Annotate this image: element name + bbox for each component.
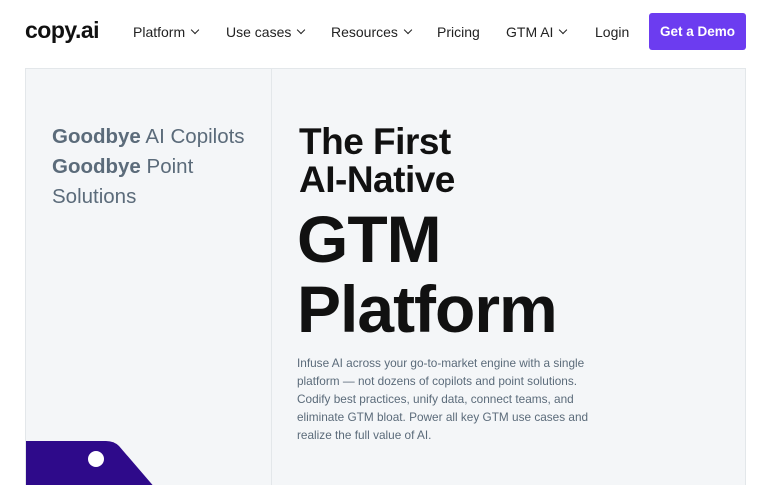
copy-ai-logo[interactable]: copy.ai [25, 17, 100, 44]
decorative-shape-icon [26, 441, 153, 485]
nav-pricing-label: Pricing [437, 24, 480, 40]
hero-headline-small: The First AI-Native [299, 123, 455, 199]
nav-use-cases-label: Use cases [226, 24, 292, 40]
nav-platform-label: Platform [133, 24, 186, 40]
goodbye-line-1: Goodbye AI Copilots [52, 122, 267, 152]
chevron-down-icon [559, 25, 568, 35]
goodbye-rest: AI Copilots [145, 125, 245, 148]
nav-resources-label: Resources [331, 24, 398, 40]
nav-use-cases[interactable]: Use cases [226, 24, 306, 40]
nav-gtm-ai[interactable]: GTM AI [506, 24, 568, 40]
hero-headline-large: GTM Platform [297, 202, 558, 346]
headline-platform: Platform [297, 272, 558, 346]
goodbye-tagline: Goodbye AI Copilots Goodbye Point Soluti… [52, 122, 267, 212]
nav-gtm-ai-label: GTM AI [506, 24, 554, 40]
hero-section: Goodbye AI Copilots Goodbye Point Soluti… [25, 68, 746, 485]
chevron-down-icon [297, 25, 306, 35]
login-link[interactable]: Login [595, 24, 629, 40]
login-label: Login [595, 24, 630, 40]
chevron-down-icon [190, 25, 200, 35]
hero-description: Infuse AI across your go-to-market engin… [297, 356, 589, 442]
goodbye-bold: Goodbye [52, 155, 141, 178]
nav-pricing[interactable]: Pricing [437, 24, 480, 40]
top-navigation: copy.ai Platform Use cases Resources Pri… [0, 0, 767, 64]
goodbye-line-2: Goodbye Point Solutions [52, 152, 267, 212]
chevron-down-icon [403, 25, 413, 35]
nav-platform[interactable]: Platform [133, 24, 200, 40]
goodbye-bold: Goodbye [52, 125, 141, 148]
get-a-demo-button[interactable]: Get a Demo [649, 13, 746, 50]
hero-divider [271, 69, 272, 485]
nav-resources[interactable]: Resources [331, 24, 413, 40]
headline-gtm: GTM [297, 202, 442, 276]
headline-line-1: The First [299, 121, 451, 162]
headline-line-2: AI-Native [299, 159, 455, 200]
